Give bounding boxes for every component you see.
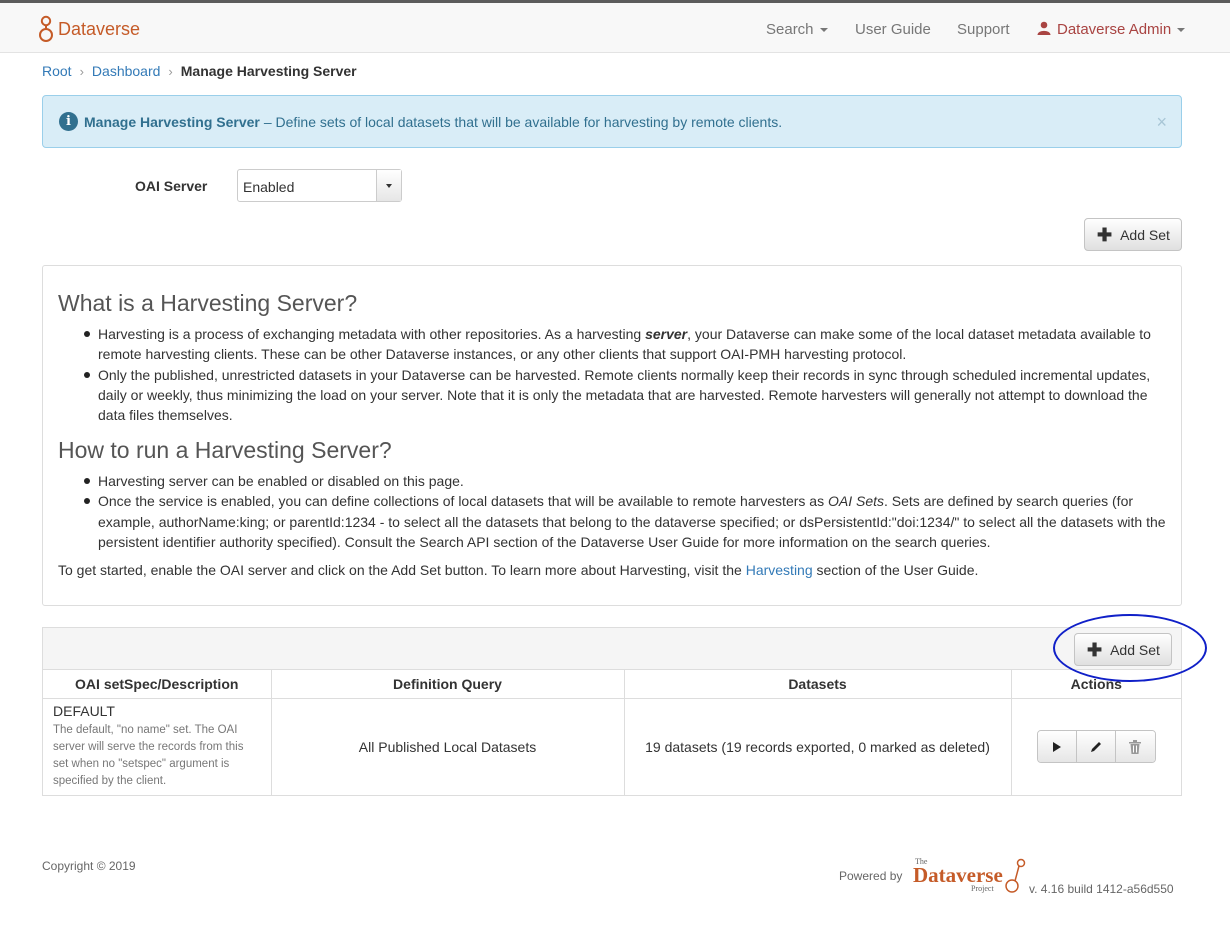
oai-server-select[interactable]: Enabled — [237, 169, 402, 202]
table-toolbar: ✚ Add Set — [43, 628, 1181, 670]
breadcrumb-dashboard[interactable]: Dashboard — [92, 63, 161, 79]
heading-what-is: What is a Harvesting Server? — [58, 290, 358, 316]
pencil-icon — [1090, 741, 1101, 752]
set-name: DEFAULT — [53, 703, 115, 720]
list-item: Harvesting server can be enabled or disa… — [84, 471, 1168, 491]
table-row: DEFAULT The default, "no name" set. The … — [43, 698, 1181, 795]
actions-cell — [1011, 698, 1181, 795]
select-toggle-button[interactable] — [376, 170, 401, 201]
chevron-right-icon: › — [168, 63, 173, 79]
add-set-label: Add Set — [1120, 226, 1170, 243]
sets-table: OAI setSpec/Description Definition Query… — [43, 670, 1181, 795]
list-item: Once the service is enabled, you can def… — [84, 491, 1168, 552]
info-icon: i — [59, 112, 78, 131]
chevron-down-icon — [386, 183, 392, 188]
navbar: Dataverse Search User Guide Support Data… — [0, 3, 1230, 53]
chevron-right-icon: › — [79, 63, 84, 79]
oai-server-label: OAI Server — [135, 178, 208, 194]
text: Once the service is enabled, you can def… — [98, 493, 828, 510]
nav-support[interactable]: Support — [957, 21, 1010, 38]
logo-project: Project — [971, 884, 994, 893]
getting-started-text: To get started, enable the OAI server an… — [58, 562, 1168, 578]
dataverse-logo-icon — [39, 15, 53, 42]
version-label: v. 4.16 build 1412-a56d550 — [1029, 882, 1174, 896]
list-item: Harvesting is a process of exchanging me… — [84, 324, 1168, 365]
nav-search-dropdown[interactable]: Search — [766, 21, 828, 38]
play-icon — [1052, 741, 1061, 752]
text: section of the User Guide. — [812, 562, 979, 578]
sets-table-container: ✚ Add Set OAI setSpec/Description Defini… — [42, 627, 1182, 796]
chevron-down-icon — [819, 28, 828, 33]
edit-set-button[interactable] — [1076, 731, 1116, 763]
text: Harvesting is a process of exchanging me… — [98, 326, 646, 342]
copyright: Copyright © 2019 — [42, 859, 136, 873]
breadcrumb-current: Manage Harvesting Server — [180, 63, 357, 79]
column-header-datasets: Datasets — [624, 670, 1012, 699]
datasets-cell: 19 datasets (19 records exported, 0 mark… — [624, 698, 1012, 795]
alert-text: – Define sets of local datasets that wil… — [263, 113, 783, 130]
delete-set-button[interactable] — [1115, 731, 1155, 763]
chevron-down-icon — [1177, 28, 1186, 33]
brand-name: Dataverse — [58, 18, 141, 39]
column-header-query: Definition Query — [271, 670, 625, 699]
brand-link[interactable]: Dataverse — [38, 14, 140, 44]
info-alert: i Manage Harvesting Server – Define sets… — [42, 95, 1182, 148]
oai-server-value: Enabled — [243, 179, 295, 195]
emphasis: server — [645, 326, 688, 342]
emphasis: OAI Sets — [827, 493, 884, 510]
nav-search-label: Search — [766, 21, 814, 38]
add-set-button-top[interactable]: ✚ Add Set — [1084, 218, 1182, 251]
list-item: Only the published, unrestricted dataset… — [84, 365, 1168, 426]
user-icon — [1037, 21, 1051, 35]
dataverse-project-logo[interactable]: The Dataverse Project — [913, 856, 1027, 899]
powered-by-label: Powered by — [839, 869, 903, 883]
heading-how-to: How to run a Harvesting Server? — [58, 437, 392, 463]
set-description: The default, "no name" set. The OAI serv… — [53, 724, 244, 788]
close-icon[interactable]: × — [1156, 112, 1167, 133]
breadcrumb: Root › Dashboard › Manage Harvesting Ser… — [42, 63, 357, 79]
setspec-cell: DEFAULT The default, "no name" set. The … — [43, 698, 272, 795]
what-is-list: Harvesting is a process of exchanging me… — [58, 324, 1168, 425]
alert-title: Manage Harvesting Server — [84, 113, 260, 130]
plus-icon: ✚ — [1097, 224, 1113, 245]
how-to-list: Harvesting server can be enabled or disa… — [58, 471, 1168, 552]
annotation-circle — [1053, 614, 1207, 682]
trash-icon — [1129, 739, 1142, 754]
info-panel: What is a Harvesting Server? Harvesting … — [42, 265, 1182, 606]
query-cell: All Published Local Datasets — [271, 698, 625, 795]
breadcrumb-root[interactable]: Root — [42, 63, 72, 79]
harvesting-link[interactable]: Harvesting — [746, 562, 813, 578]
actions-button-group — [1036, 730, 1156, 764]
nav-user-guide[interactable]: User Guide — [855, 21, 931, 38]
run-export-button[interactable] — [1037, 731, 1077, 763]
text: To get started, enable the OAI server an… — [58, 562, 746, 578]
dataverse-project-logo-icon: The Dataverse Project — [913, 857, 1026, 893]
nav-user-dropdown[interactable]: Dataverse Admin — [1037, 21, 1186, 38]
column-header-setspec: OAI setSpec/Description — [43, 670, 272, 699]
nav-user-label: Dataverse Admin — [1057, 21, 1172, 38]
